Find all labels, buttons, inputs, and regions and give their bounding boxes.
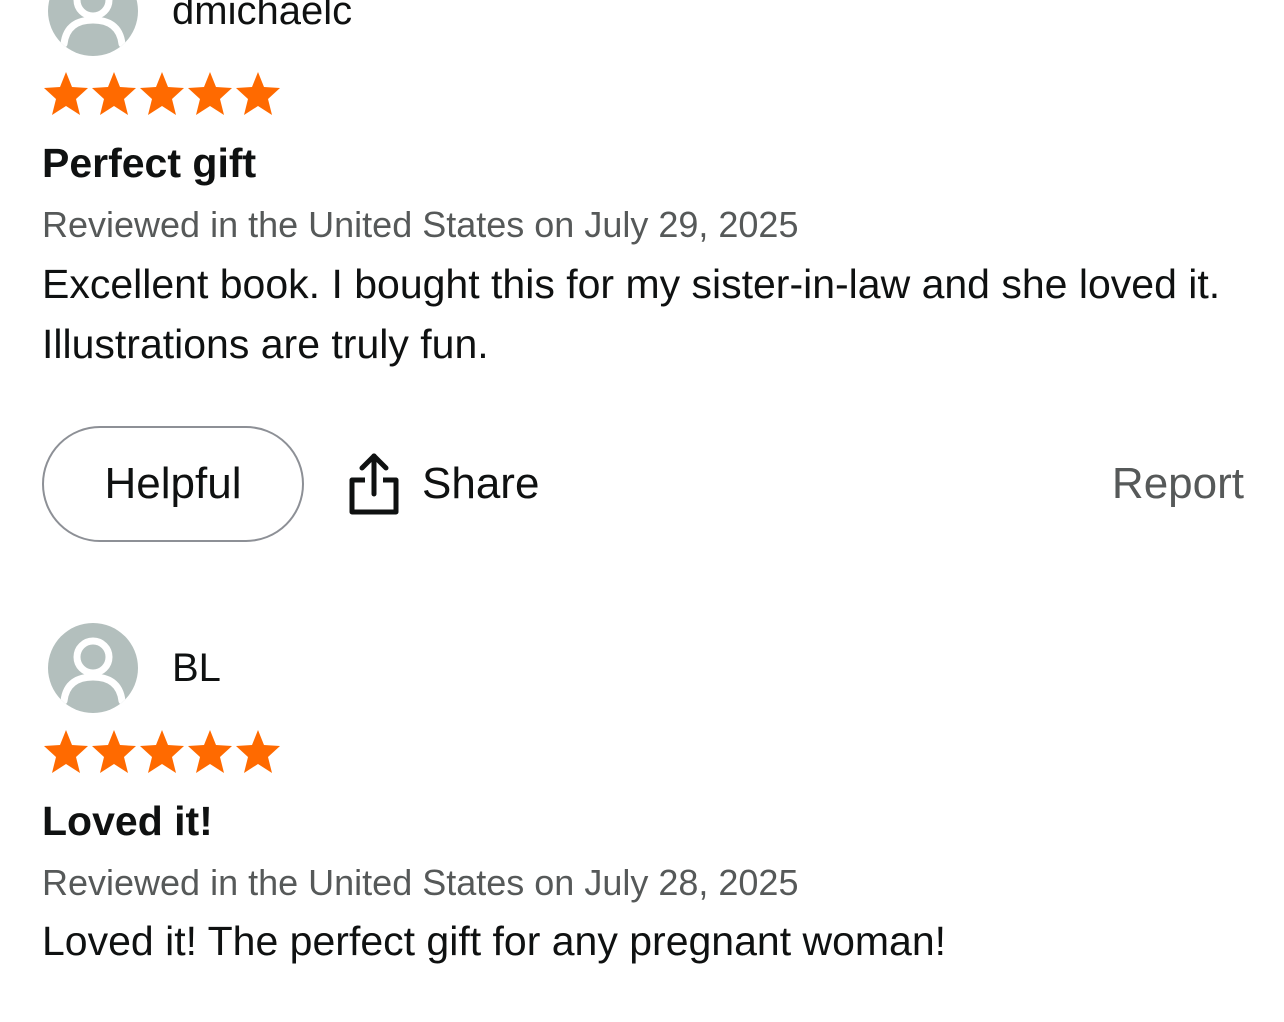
share-icon bbox=[349, 453, 399, 515]
star-icon bbox=[44, 730, 88, 773]
star-icon bbox=[140, 72, 184, 115]
avatar bbox=[48, 623, 138, 713]
star-icon bbox=[140, 730, 184, 773]
star-icon bbox=[236, 730, 280, 773]
report-link[interactable]: Report bbox=[1112, 426, 1244, 542]
review-title[interactable]: Loved it! bbox=[42, 797, 213, 845]
review-actions: Helpful Share Report bbox=[42, 426, 1244, 544]
avatar bbox=[48, 0, 138, 56]
star-rating bbox=[42, 70, 282, 118]
share-label: Share bbox=[422, 459, 540, 508]
user-avatar-icon bbox=[60, 0, 126, 48]
reviewer-profile[interactable]: BL bbox=[48, 623, 221, 713]
reviewer-name: BL bbox=[172, 646, 221, 690]
star-icon bbox=[188, 72, 232, 115]
star-rating bbox=[42, 728, 282, 776]
star-icon bbox=[236, 72, 280, 115]
share-button[interactable]: Share bbox=[348, 426, 539, 542]
review-meta: Reviewed in the United States on July 29… bbox=[42, 204, 799, 245]
reviewer-profile[interactable]: dmichaelc bbox=[48, 0, 352, 56]
star-icon bbox=[44, 72, 88, 115]
review-meta: Reviewed in the United States on July 28… bbox=[42, 862, 799, 903]
helpful-button[interactable]: Helpful bbox=[42, 426, 304, 542]
review-body: Loved it! The perfect gift for any pregn… bbox=[42, 918, 947, 964]
star-icon bbox=[188, 730, 232, 773]
reviewer-name: dmichaelc bbox=[172, 0, 353, 33]
user-avatar-icon bbox=[60, 637, 126, 705]
star-icon bbox=[92, 730, 136, 773]
review-body: Excellent book. I bought this for my sis… bbox=[42, 261, 1221, 367]
review-title[interactable]: Perfect gift bbox=[42, 139, 256, 187]
star-icon bbox=[92, 72, 136, 115]
